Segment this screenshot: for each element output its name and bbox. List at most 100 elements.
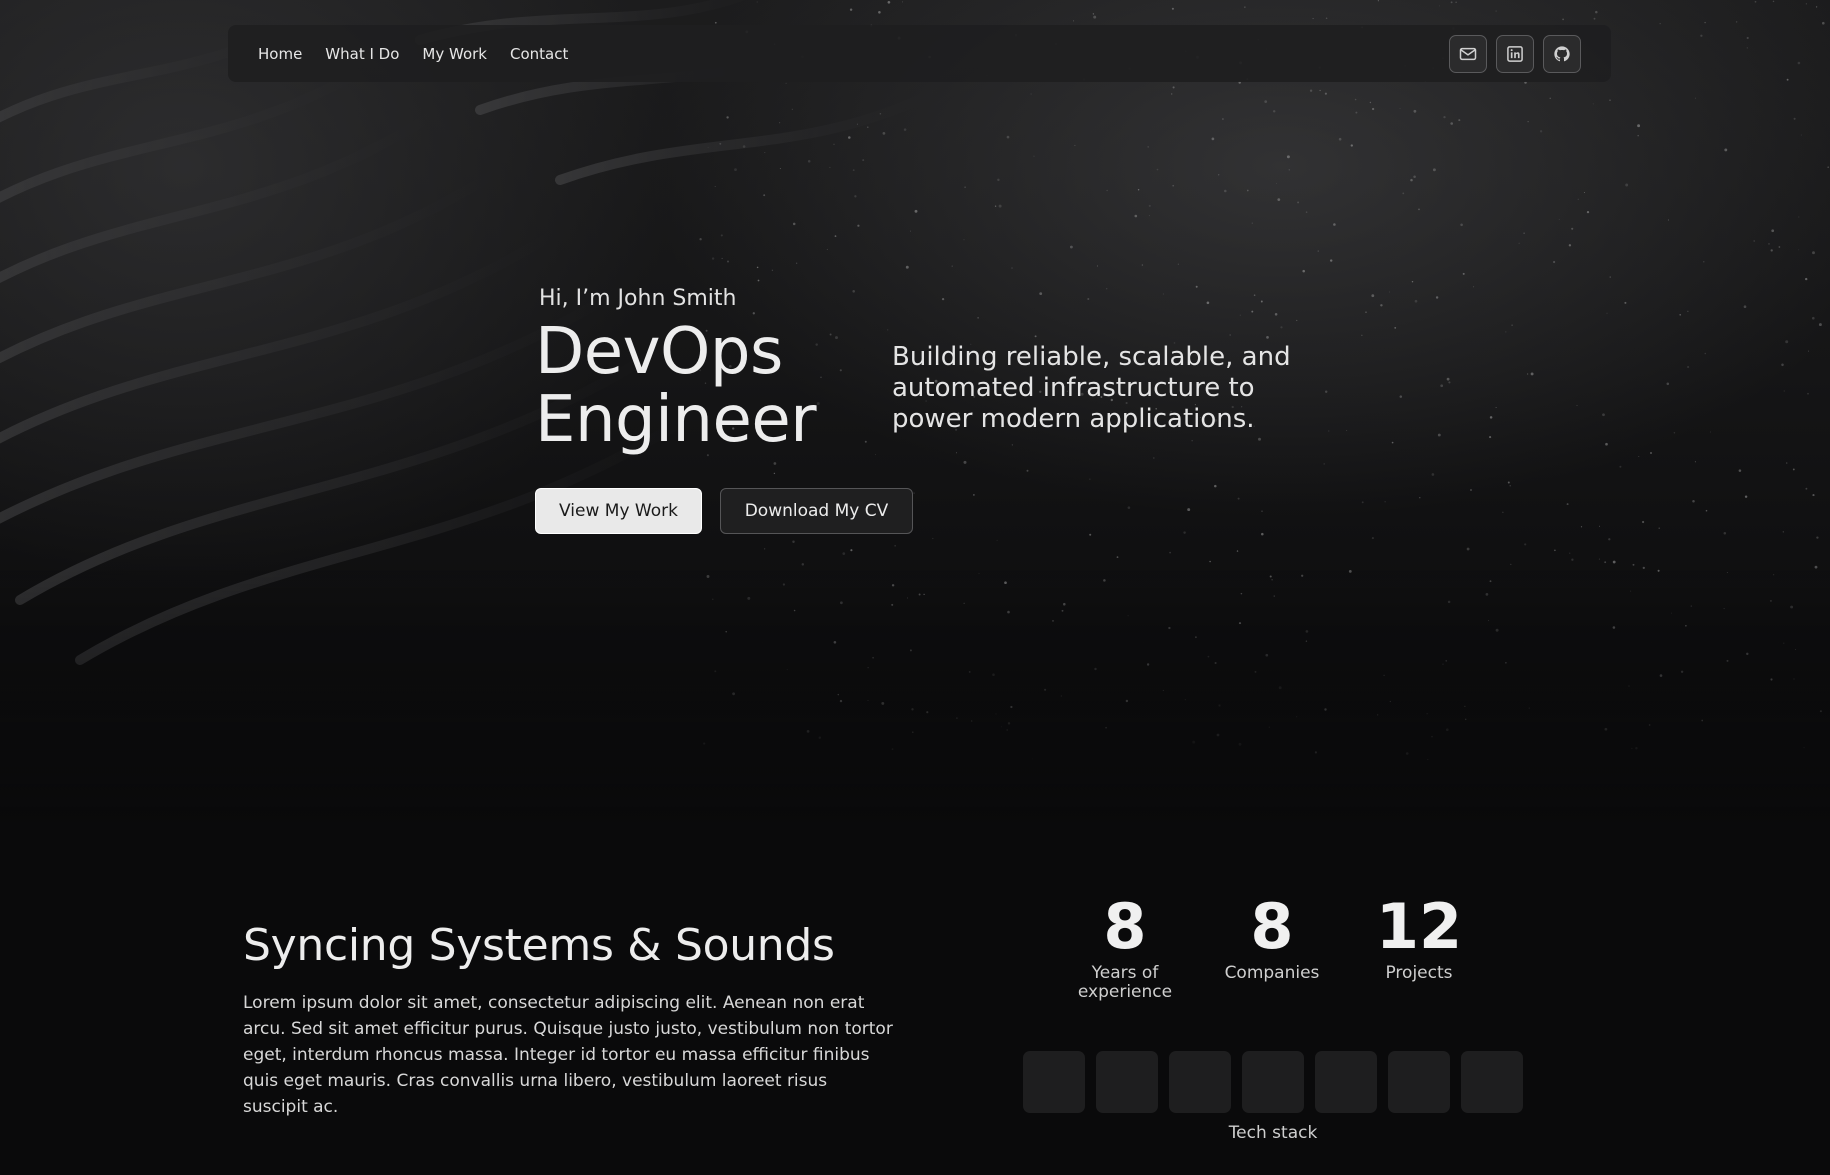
sand-speck <box>854 195 857 198</box>
sand-speck <box>849 8 853 11</box>
tech-stack-tile[interactable] <box>1388 1051 1450 1113</box>
sand-speck <box>1288 169 1290 171</box>
sand-speck <box>941 297 945 301</box>
sand-speck <box>1558 218 1560 220</box>
email-button[interactable] <box>1449 34 1487 73</box>
sand-speck <box>785 82 787 84</box>
tech-stack-tile[interactable] <box>1315 1051 1377 1113</box>
sand-speck <box>1371 107 1375 111</box>
sand-speck <box>1251 222 1253 224</box>
sand-speck <box>1177 263 1179 265</box>
linkedin-icon <box>1507 45 1523 62</box>
sand-speck <box>1539 130 1543 133</box>
sand-speck <box>1236 550 1239 552</box>
sand-speck <box>1391 441 1394 444</box>
sand-speck <box>835 336 838 340</box>
sand-speck <box>1502 511 1504 513</box>
sand-speck <box>1458 119 1461 122</box>
sand-speck <box>1439 5 1440 7</box>
sand-speck <box>1162 293 1164 295</box>
sand-speck <box>1389 291 1390 293</box>
sand-speck <box>1089 478 1091 480</box>
tech-stack-tile[interactable] <box>1169 1051 1231 1113</box>
sand-speck <box>1577 198 1579 200</box>
sand-speck <box>1317 250 1319 252</box>
nav-link-home[interactable]: Home <box>258 45 302 63</box>
sand-speck <box>1324 92 1327 95</box>
sand-speck <box>1148 215 1150 217</box>
stat-label: Years of experience <box>1077 963 1173 1002</box>
nav-link-my-work[interactable]: My Work <box>422 45 487 63</box>
sand-speck <box>1272 110 1276 113</box>
sand-speck <box>1137 188 1140 191</box>
hero-tagline: Building reliable, scalable, and automat… <box>892 342 1291 434</box>
sand-speck <box>826 248 828 250</box>
nav-link-contact[interactable]: Contact <box>510 45 568 63</box>
hero-role-title: DevOps Engineer <box>535 318 817 454</box>
sand-speck <box>887 0 891 4</box>
sand-speck <box>1530 372 1534 376</box>
sand-speck <box>1816 536 1819 539</box>
sand-speck <box>1435 296 1439 299</box>
sand-speck <box>878 11 881 14</box>
sand-speck <box>1323 463 1325 465</box>
sand-speck <box>834 235 837 237</box>
download-cv-button[interactable]: Download My CV <box>720 488 913 534</box>
sand-speck <box>1798 216 1800 218</box>
sand-speck <box>1384 501 1386 503</box>
sand-speck <box>816 402 820 406</box>
stat-label: Companies <box>1224 963 1320 983</box>
github-button[interactable] <box>1543 34 1581 73</box>
sand-speck <box>779 168 781 170</box>
sand-speck <box>1650 452 1652 454</box>
sand-speck <box>852 169 855 172</box>
sand-speck <box>913 492 915 494</box>
tech-stack-tile[interactable] <box>1096 1051 1158 1113</box>
sand-speck <box>839 369 842 372</box>
sand-speck <box>1489 416 1493 419</box>
sand-speck <box>1704 352 1707 355</box>
tech-stack-tile[interactable] <box>1461 1051 1523 1113</box>
tech-stack-tile[interactable] <box>1023 1051 1085 1113</box>
sand-speck <box>1258 437 1261 441</box>
nav-link-what-i-do[interactable]: What I Do <box>325 45 399 63</box>
mail-icon <box>1459 47 1477 60</box>
sand-speck <box>1319 89 1321 92</box>
sand-speck <box>720 234 723 237</box>
sand-speck <box>1509 485 1511 487</box>
sand-speck <box>829 166 831 168</box>
sand-speck <box>773 472 776 475</box>
sand-speck <box>1437 433 1441 437</box>
sand-speck <box>1087 297 1090 301</box>
sand-speck <box>1511 324 1513 326</box>
sand-speck <box>1187 508 1191 512</box>
sand-speck <box>1495 406 1497 409</box>
sand-speck <box>1134 214 1138 218</box>
view-my-work-button[interactable]: View My Work <box>535 488 702 534</box>
sand-speck <box>1296 319 1298 321</box>
sand-speck <box>977 317 979 319</box>
sand-speck <box>1446 377 1450 381</box>
sand-speck <box>756 1 758 3</box>
stat-companies: 8 Companies <box>1197 890 1347 983</box>
sand-speck <box>1237 497 1240 500</box>
sand-speck <box>1526 373 1529 375</box>
sand-speck <box>1172 184 1175 187</box>
sand-speck <box>1280 326 1283 329</box>
sand-speck <box>792 222 796 226</box>
linkedin-button[interactable] <box>1496 34 1534 73</box>
tech-stack-tile[interactable] <box>1242 1051 1304 1113</box>
sand-speck <box>997 178 1000 182</box>
sand-speck <box>1571 558 1574 561</box>
stat-label: Projects <box>1385 963 1453 983</box>
sand-speck <box>1743 305 1747 309</box>
sand-speck <box>1746 36 1749 40</box>
sand-speck <box>1692 499 1695 503</box>
sand-speck <box>1092 13 1095 15</box>
sand-speck <box>1338 137 1342 141</box>
sand-speck <box>1460 223 1463 227</box>
sand-speck <box>879 113 882 115</box>
sand-speck <box>1746 47 1748 49</box>
sand-speck <box>1566 503 1569 506</box>
sand-speck <box>864 440 867 443</box>
